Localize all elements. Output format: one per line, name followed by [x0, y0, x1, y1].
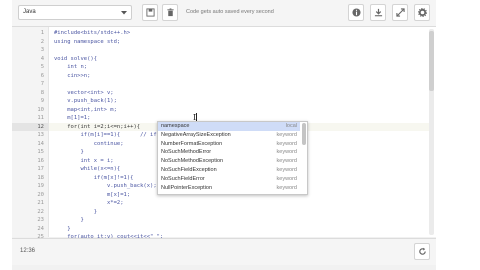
autocomplete-item[interactable]: NullPointerException keyword — [158, 184, 300, 193]
code-line: int n; — [54, 64, 88, 70]
editor-toolbar: Java Code gets auto saved every second — [12, 0, 436, 27]
autocomplete-item[interactable]: NegativeArraySizeException keyword — [158, 131, 300, 140]
autocomplete-item[interactable]: NoSuchMethodException keyword — [158, 157, 300, 166]
autocomplete-item-name: NoSuchMethodException — [161, 158, 224, 165]
line-number: 18 — [37, 174, 44, 181]
code-line: using namespace std; — [54, 38, 121, 45]
line-number: 22 — [37, 208, 44, 215]
code-line: if(m[x]!=1){ — [54, 174, 134, 181]
code-line: map<int,int> m; — [54, 106, 117, 113]
line-number: 6 — [40, 72, 44, 79]
line-number: 1 — [40, 30, 44, 36]
autocomplete-item[interactable]: NoSuchFieldException keyword — [158, 166, 300, 175]
autocomplete-item-kind: keyword — [276, 167, 297, 173]
fullscreen-button[interactable] — [392, 4, 408, 21]
code-line: continue; — [54, 140, 124, 147]
autocomplete-item-kind: keyword — [276, 140, 297, 147]
line-number: 12 — [12, 122, 48, 131]
autocomplete-item-name: NullPointerException — [161, 184, 213, 191]
line-number: 14 — [37, 140, 44, 147]
autosave-status: Code gets auto saved every second — [186, 9, 274, 15]
text-select-cursor-icon: I — [193, 113, 197, 122]
code-line: v.push_back(1); — [54, 98, 117, 104]
info-icon — [352, 8, 361, 17]
info-button[interactable] — [348, 4, 364, 21]
line-number: 13 — [37, 132, 44, 138]
line-number: 19 — [37, 183, 44, 189]
cursor-position: 12:36 — [20, 248, 36, 254]
line-number: 15 — [37, 149, 44, 155]
autocomplete-item[interactable]: NoSuchFieldError keyword — [158, 175, 300, 184]
code-line: while(x<=n){ — [54, 166, 121, 172]
language-value: Java — [23, 9, 36, 15]
code-line: x*=2; — [54, 200, 124, 206]
autocomplete-item-name: NegativeArraySizeException — [161, 131, 231, 138]
line-number: 23 — [37, 217, 44, 223]
line-number: 11 — [37, 115, 44, 121]
reset-button[interactable] — [414, 243, 430, 260]
code-line: } — [54, 217, 84, 223]
settings-icon — [418, 8, 427, 17]
autocomplete-item-kind: local — [285, 123, 297, 129]
autocomplete-item-name: NumberFormatException — [161, 140, 223, 147]
language-select[interactable]: Java — [18, 5, 132, 20]
delete-button[interactable] — [162, 4, 178, 21]
code-line: } — [54, 225, 71, 232]
line-number: 8 — [40, 89, 44, 96]
autocomplete-item-kind: keyword — [276, 131, 297, 138]
line-number: 4 — [40, 55, 44, 62]
code-line: vector<int> v; — [54, 89, 114, 96]
line-number: 3 — [40, 47, 44, 53]
autocomplete-item-name: NoSuchFieldError — [161, 175, 205, 182]
code-line: void solve(){ — [54, 55, 98, 62]
code-line: } — [54, 149, 84, 155]
delete-icon — [167, 8, 174, 17]
save-button[interactable] — [142, 4, 158, 21]
fullscreen-icon — [396, 8, 405, 17]
autocomplete-item-kind: keyword — [276, 149, 297, 156]
autocomplete-scrollbar[interactable] — [302, 123, 306, 145]
line-number: 16 — [37, 157, 44, 164]
autocomplete-popup: namespace local NegativeArraySizeException… — [157, 121, 308, 195]
autocomplete-item[interactable]: NoSuchMethodError keyword — [158, 148, 300, 157]
autocomplete-item-name: NoSuchFieldException — [161, 167, 217, 173]
code-line: #include<bits/stdc++.h> — [54, 30, 131, 36]
save-icon — [146, 8, 155, 17]
code-line: for(int i=2;i<=n;i++){ — [54, 123, 141, 130]
autocomplete-item[interactable]: namespace local — [158, 122, 300, 131]
line-number: 9 — [40, 98, 44, 104]
code-line: int x = i; — [54, 157, 114, 164]
code-line: cin>>n; — [54, 72, 91, 79]
line-number: 20 — [37, 191, 44, 198]
autocomplete-item-kind: keyword — [276, 158, 297, 165]
autocomplete-item-kind: keyword — [276, 175, 297, 182]
line-number: 21 — [37, 200, 44, 206]
code-line: m[1]=1; — [54, 115, 91, 121]
line-number: 7 — [40, 81, 44, 87]
code-line: v.push_back(x); — [54, 183, 157, 189]
editor-scrollbar-thumb[interactable] — [429, 31, 434, 91]
download-icon — [374, 8, 383, 17]
line-number: 5 — [40, 64, 44, 70]
line-number-gutter: 1 2 3 4 5 6 7 8 9 10 11 12 13 14 15 16 17 18 19 20 21 22 23 24 2… — [12, 27, 49, 240]
autocomplete-item-kind: keyword — [276, 184, 297, 191]
line-number: 10 — [37, 106, 44, 113]
code-line: m[x]=1; — [54, 191, 131, 198]
autocomplete-item-name: NoSuchMethodError — [161, 149, 212, 156]
autocomplete-item[interactable]: NumberFormatException keyword — [158, 140, 300, 149]
settings-button[interactable] — [414, 4, 430, 21]
download-button[interactable] — [370, 4, 386, 21]
line-number: 17 — [37, 166, 44, 172]
autocomplete-item-name: namespace — [161, 123, 190, 129]
line-number: 2 — [40, 38, 44, 45]
code-line: } — [54, 208, 98, 215]
editor-footer: 12:36 — [12, 238, 436, 265]
line-number: 24 — [37, 225, 44, 232]
refresh-icon — [419, 247, 426, 255]
chevron-down-icon — [121, 11, 127, 17]
